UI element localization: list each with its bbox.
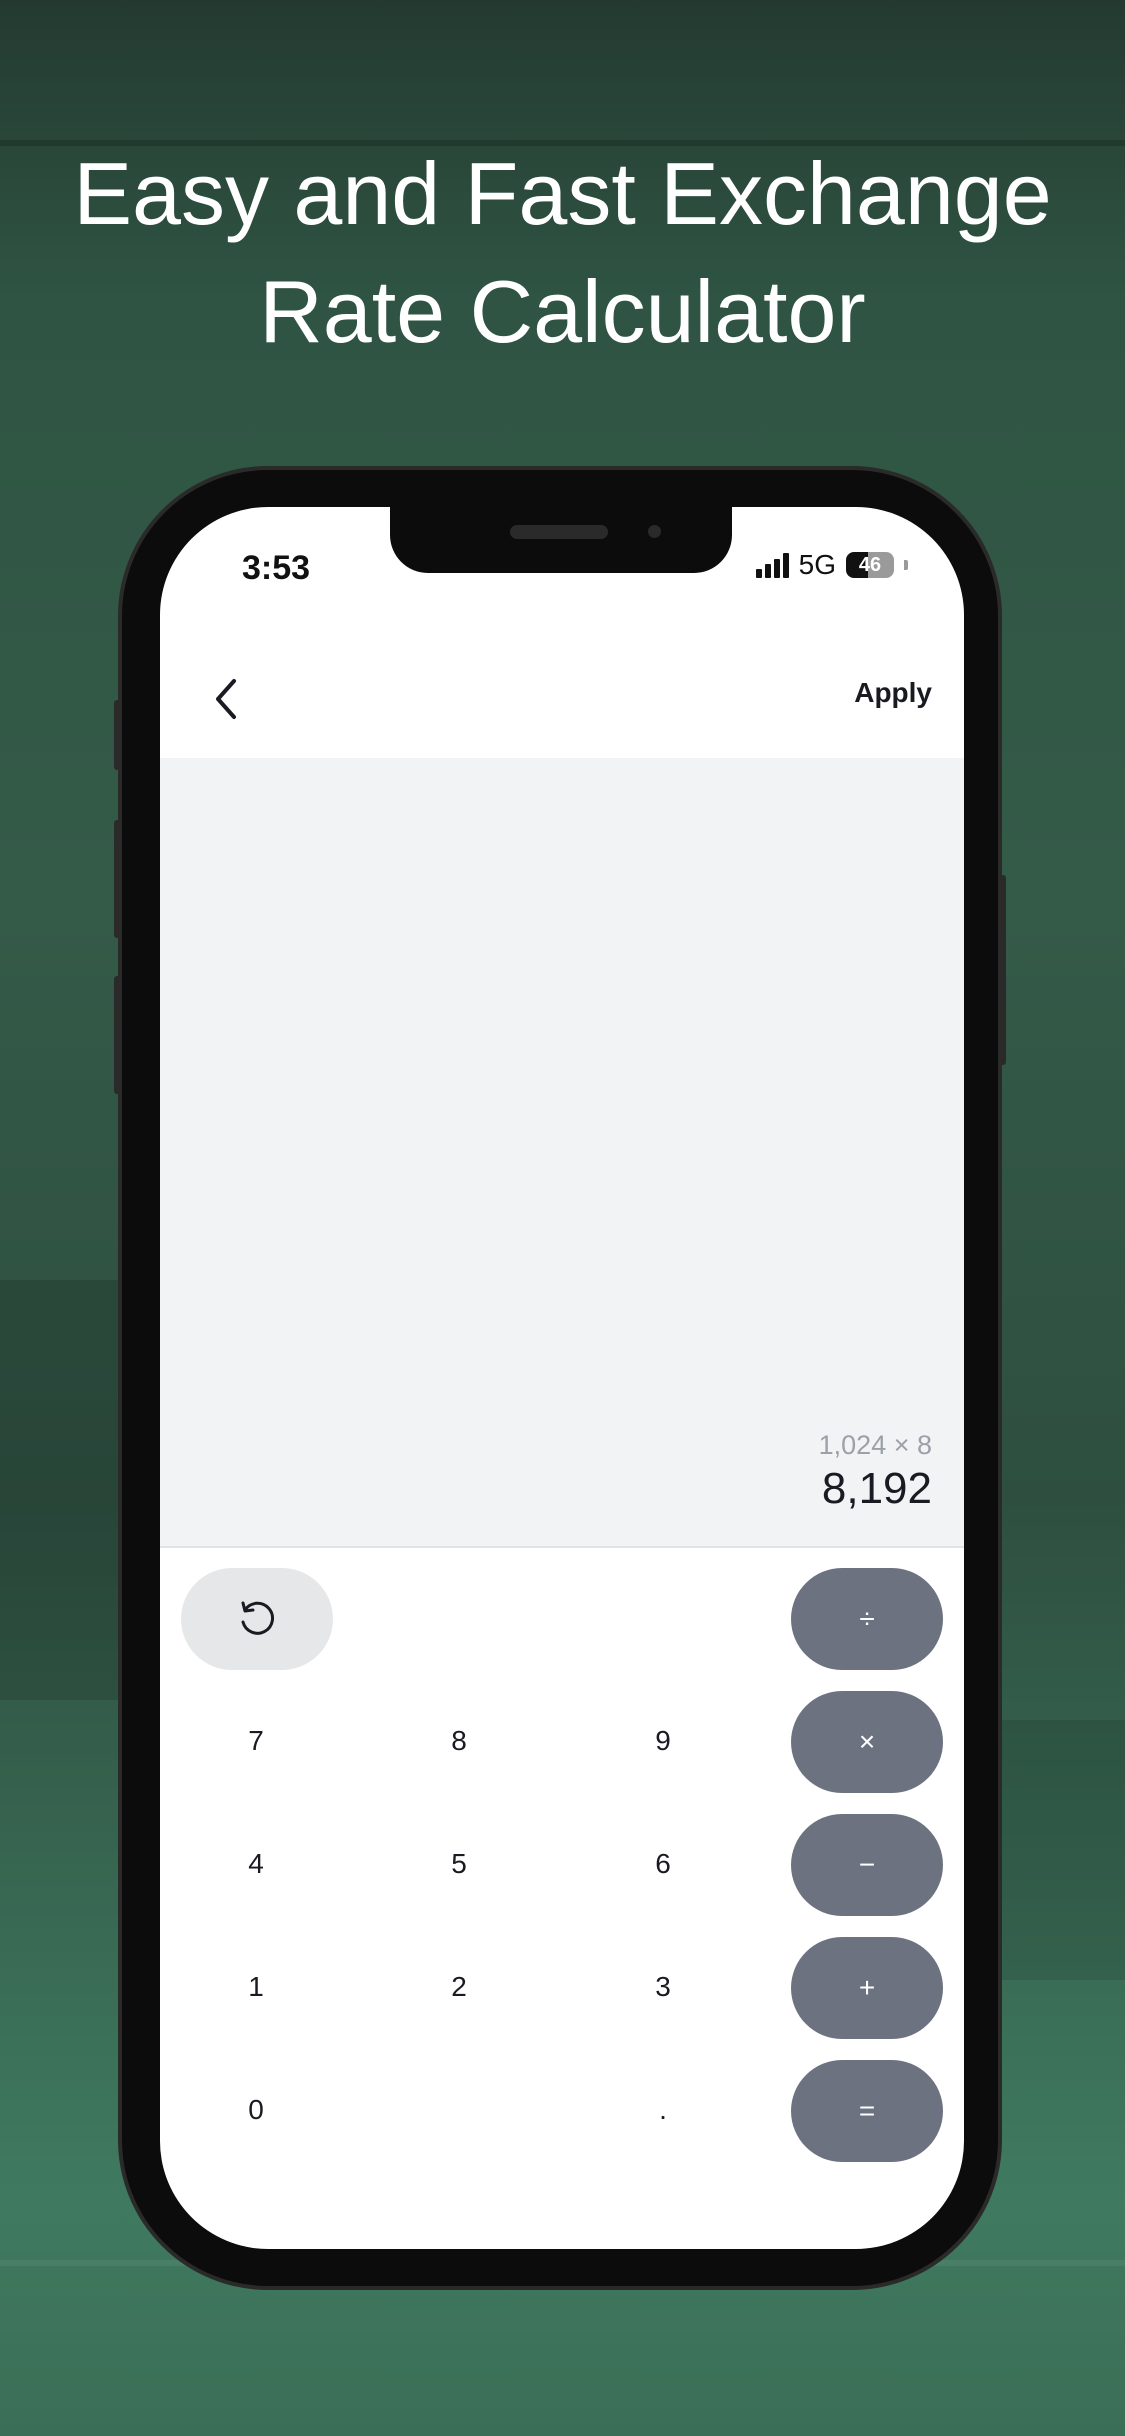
digit-7-button[interactable]: 7 [181,1691,331,1791]
digit-2-button[interactable]: 2 [384,1937,534,2037]
headline-line-2: Rate Calculator [259,262,866,361]
digit-6-button[interactable]: 6 [588,1814,738,1914]
network-type: 5G [798,549,836,580]
phone-volume-up [114,820,120,938]
phone-mute-switch [114,700,120,770]
apply-button[interactable]: Apply [854,677,932,709]
speaker-grille [510,525,608,539]
signal-icon [755,552,789,578]
add-button[interactable]: + [791,1937,943,2039]
digit-0-button[interactable]: 0 [181,2060,331,2160]
equals-button[interactable]: = [791,2060,943,2162]
phone-volume-down [114,976,120,1094]
background-structure [0,1280,120,1700]
decimal-button[interactable]: . [588,2060,738,2160]
promo-headline: Easy and Fast Exchange Rate Calculator [0,135,1125,371]
digit-1-button[interactable]: 1 [181,1937,331,2037]
status-indicators: 5G 46 [755,549,908,581]
digit-8-button[interactable]: 8 [384,1691,534,1791]
digit-3-button[interactable]: 3 [588,1937,738,2037]
battery-cap [904,560,908,570]
reset-button[interactable] [181,1568,333,1670]
subtract-button[interactable]: − [791,1814,943,1916]
divide-button[interactable]: ÷ [791,1568,943,1670]
rotate-ccw-icon [241,1601,275,1635]
battery-icon: 46 [846,552,894,578]
battery-level: 46 [858,553,882,576]
background-structure [1000,1720,1125,1980]
digit-5-button[interactable]: 5 [384,1814,534,1914]
calculator-display: 1,024 × 8 8,192 [160,758,964,1548]
chevron-left-icon [216,679,236,719]
app-screen: 3:53 5G 46 Apply 1,024 × 8 8,192 ÷ 7 8 9… [160,507,964,2249]
status-time: 3:53 [242,549,311,587]
back-button[interactable] [206,669,246,729]
phone-notch [390,507,732,573]
multiply-button[interactable]: × [791,1691,943,1793]
expression-text: 1,024 × 8 [818,1430,932,1460]
front-camera [648,525,661,538]
result-text: 8,192 [821,1464,932,1513]
phone-power-button [1000,875,1006,1065]
digit-9-button[interactable]: 9 [588,1691,738,1791]
headline-line-1: Easy and Fast Exchange [73,144,1052,243]
digit-4-button[interactable]: 4 [181,1814,331,1914]
